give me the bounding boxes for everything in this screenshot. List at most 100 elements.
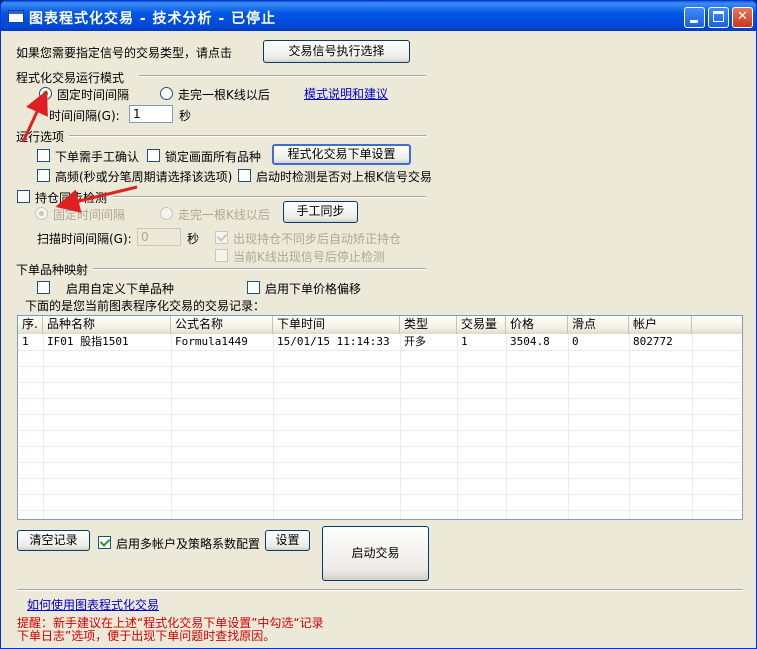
grid-line xyxy=(18,382,742,383)
cell-index: 1 xyxy=(22,335,29,348)
stop-check-checkbox[interactable] xyxy=(215,249,228,262)
stop-check-label: 当前K线出现信号后停止检测 xyxy=(233,250,385,264)
mode-help-link[interactable]: 模式说明和建议 xyxy=(304,85,388,102)
sync-after-bar-radio[interactable] xyxy=(160,207,173,220)
custom-symbol-checkbox[interactable] xyxy=(37,281,50,294)
mode-fixed-interval-label: 固定时间间隔 xyxy=(57,88,130,102)
grid-line xyxy=(171,334,172,519)
grid-line xyxy=(629,334,630,519)
window-title: 图表程式化交易 - 技术分析 - 已停止 xyxy=(29,11,277,27)
dialog-window: 图表程式化交易 - 技术分析 - 已停止 ✕ 如果您需要指定信号的交易类型，请点… xyxy=(0,0,757,649)
auto-correct-label: 出现持仓不同步后自动矫正持仓 xyxy=(233,232,402,246)
minimize-button[interactable] xyxy=(684,7,705,28)
records-title: 下面的是您当前图表程序化交易的交易记录： xyxy=(25,299,266,313)
grid-line xyxy=(18,350,742,351)
grid-line xyxy=(18,510,742,511)
run-mode-group-title: 程式化交易运行模式 xyxy=(16,71,125,85)
grid-line xyxy=(18,414,742,415)
sync-after-bar-label: 走完一根K线以后 xyxy=(178,208,270,222)
run-options-divider xyxy=(69,135,426,137)
grid-line xyxy=(273,334,274,519)
minimize-icon xyxy=(690,20,698,23)
app-window-icon xyxy=(8,10,24,23)
high-frequency-label: 高频(秒或分笔周期请选择该选项) xyxy=(55,170,233,184)
title-bar[interactable]: 图表程式化交易 - 技术分析 - 已停止 ✕ xyxy=(1,1,756,31)
start-trading-button[interactable]: 启动交易 xyxy=(322,526,429,581)
custom-symbol-label: 启用自定义下单品种 xyxy=(66,282,175,296)
sync-fixed-interval-radio[interactable] xyxy=(35,207,48,220)
clear-records-button[interactable]: 清空记录 xyxy=(17,530,90,551)
cell-volume: 1 xyxy=(461,335,468,348)
lock-all-checkbox[interactable] xyxy=(147,149,160,162)
column-header-symbol[interactable]: 品种名称 xyxy=(43,316,171,334)
position-sync-divider xyxy=(113,196,426,198)
column-header-type[interactable]: 类型 xyxy=(400,316,457,334)
cell-account: 802772 xyxy=(633,335,673,348)
scan-interval-unit: 秒 xyxy=(187,232,200,246)
signal-prompt: 如果您需要指定信号的交易类型，请点击 xyxy=(16,46,233,60)
multi-account-settings-button[interactable]: 设置 xyxy=(265,530,310,551)
grid-line xyxy=(18,398,742,399)
auto-correct-checkbox[interactable] xyxy=(215,231,228,244)
signal-select-button[interactable]: 交易信号执行选择 xyxy=(263,40,410,63)
price-offset-checkbox[interactable] xyxy=(247,281,260,294)
grid-line xyxy=(18,494,742,495)
trade-records-table[interactable]: 序. 品种名称 公式名称 下单时间 类型 交易量 价格 滑点 帐户 1 IF01… xyxy=(17,315,743,520)
close-button[interactable]: ✕ xyxy=(732,7,753,28)
cell-type: 开多 xyxy=(404,335,426,348)
grid-line xyxy=(18,462,742,463)
grid-line xyxy=(18,430,742,431)
cell-price: 3504.8 xyxy=(510,335,550,348)
footer-divider xyxy=(17,589,743,591)
grid-line xyxy=(457,334,458,519)
column-header-slippage[interactable]: 滑点 xyxy=(568,316,629,334)
run-options-group-title: 运行选项 xyxy=(16,130,65,144)
cell-slippage: 0 xyxy=(572,335,579,348)
grid-line xyxy=(18,446,742,447)
column-header-formula[interactable]: 公式名称 xyxy=(171,316,273,334)
column-header-price[interactable]: 价格 xyxy=(506,316,568,334)
grid-line xyxy=(568,334,569,519)
mode-fixed-interval-radio[interactable] xyxy=(39,87,52,100)
sync-fixed-interval-label: 固定时间间隔 xyxy=(53,208,126,222)
manual-confirm-checkbox[interactable] xyxy=(37,149,50,162)
cell-time: 15/01/15 11:14:33 xyxy=(277,335,390,348)
manual-confirm-label: 下单需手工确认 xyxy=(55,150,140,164)
mode-after-bar-radio[interactable] xyxy=(160,87,173,100)
multi-account-label: 启用多帐户及策略系数配置 xyxy=(116,537,261,551)
mapping-group-title: 下单品种映射 xyxy=(16,263,89,277)
interval-input[interactable]: 1 xyxy=(129,105,173,123)
column-header-account[interactable]: 帐户 xyxy=(629,316,692,334)
grid-line xyxy=(18,366,742,367)
maximize-button[interactable] xyxy=(708,7,729,28)
order-settings-button[interactable]: 程式化交易下单设置 xyxy=(272,144,411,165)
cell-formula: Formula1449 xyxy=(175,335,248,348)
scan-interval-label: 扫描时间间隔(G): xyxy=(37,232,132,246)
cell-symbol: IF01 股指1501 xyxy=(47,335,129,348)
table-row[interactable]: 1 IF01 股指1501 Formula1449 15/01/15 11:14… xyxy=(18,334,742,350)
check-last-signal-label: 启动时检测是否对上根K信号交易 xyxy=(256,170,432,184)
high-frequency-checkbox[interactable] xyxy=(37,169,50,182)
mapping-divider xyxy=(93,268,426,270)
column-header-index[interactable]: 序. xyxy=(18,316,43,334)
manual-sync-button[interactable]: 手工同步 xyxy=(283,201,358,223)
hint-line-2: 下单日志”选项，便于出现下单问题时查找原因。 xyxy=(17,629,276,643)
howto-link[interactable]: 如何使用图表程式化交易 xyxy=(27,596,159,613)
column-header-volume[interactable]: 交易量 xyxy=(457,316,506,334)
column-header-time[interactable]: 下单时间 xyxy=(273,316,400,334)
mode-after-bar-label: 走完一根K线以后 xyxy=(178,88,270,102)
grid-line xyxy=(692,334,693,519)
check-last-signal-checkbox[interactable] xyxy=(238,169,251,182)
table-header: 序. 品种名称 公式名称 下单时间 类型 交易量 价格 滑点 帐户 xyxy=(18,316,742,334)
lock-all-label: 锁定画面所有品种 xyxy=(165,150,262,164)
column-header-filler xyxy=(692,316,742,334)
position-sync-checkbox[interactable] xyxy=(17,190,30,203)
maximize-icon xyxy=(713,11,724,22)
interval-unit: 秒 xyxy=(179,109,192,123)
run-mode-divider xyxy=(139,75,426,77)
grid-line xyxy=(18,478,742,479)
price-offset-label: 启用下单价格偏移 xyxy=(265,282,362,296)
grid-line xyxy=(506,334,507,519)
scan-interval-input[interactable]: 0 xyxy=(137,228,181,246)
multi-account-checkbox[interactable] xyxy=(98,536,111,549)
